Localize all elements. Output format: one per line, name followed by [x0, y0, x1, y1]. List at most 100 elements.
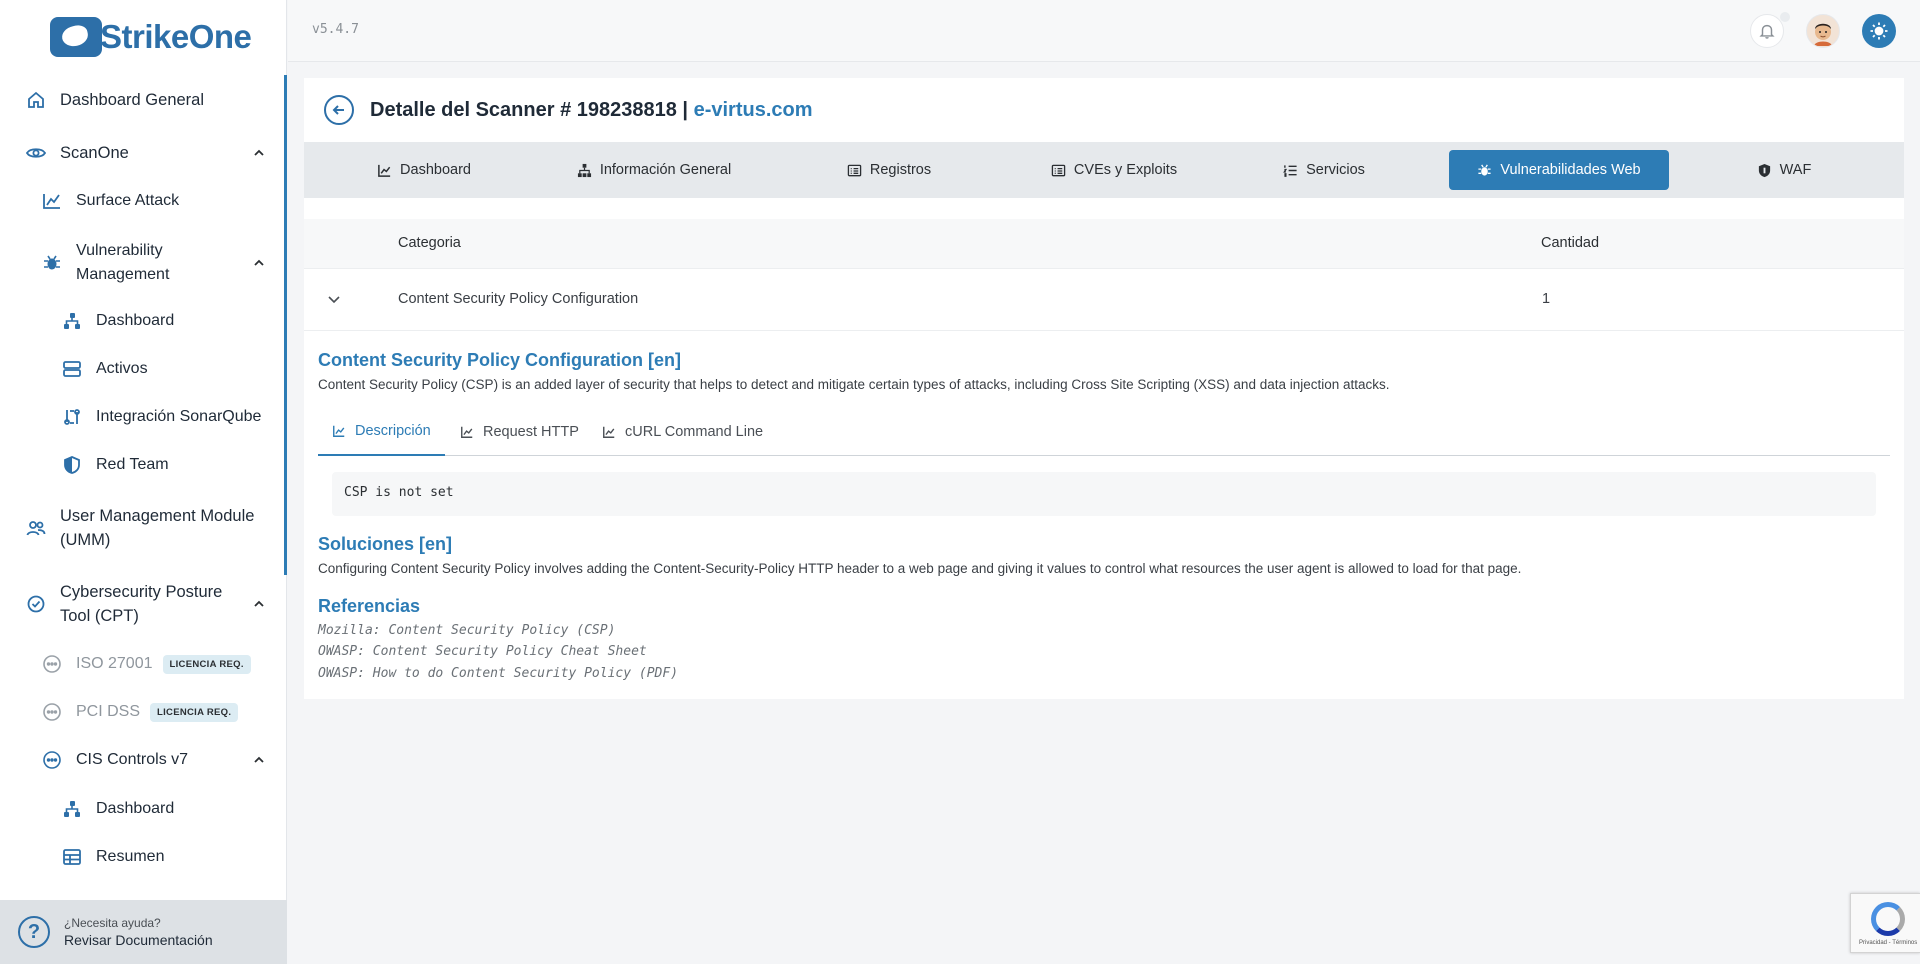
more-horizontal-icon: [42, 702, 62, 722]
sidebar-item-surface-attack[interactable]: Surface Attack: [42, 191, 179, 211]
documentation-link[interactable]: Revisar Documentación: [64, 932, 213, 948]
user-avatar[interactable]: [1806, 14, 1840, 48]
tab-label: Registros: [869, 162, 932, 178]
chevron-up-icon[interactable]: [252, 597, 266, 611]
sidebar-item-label: ISO 27001: [76, 655, 153, 672]
back-arrow-icon[interactable]: [324, 95, 354, 125]
subtab-label: cURL Command Line: [625, 424, 764, 440]
list-alt-icon: [847, 164, 862, 176]
chart-line-icon: [603, 426, 615, 438]
sidebar-item-label: ScanOne: [60, 143, 129, 162]
sidebar-item-umm[interactable]: User Management Module (UMM): [26, 504, 266, 552]
tab-label: Dashboard: [400, 162, 471, 178]
sidebar-item-label: CIS Controls v7: [76, 751, 189, 768]
scanner-tabs: Dashboard Información General Registros …: [304, 142, 1904, 198]
more-horizontal-icon: [42, 750, 62, 770]
page-title: Detalle del Scanner # 198238818 | e-virt…: [370, 99, 813, 122]
subtab-curl-command-line[interactable]: cURL Command Line: [588, 408, 777, 456]
question-circle-icon: ?: [18, 916, 50, 948]
tab-vulnerabilidades-web[interactable]: Vulnerabilidades Web: [1449, 150, 1669, 190]
column-header-cantidad[interactable]: Cantidad: [1541, 235, 1599, 251]
sidebar-item-label: Activos: [96, 360, 148, 377]
sitemap-icon: [62, 311, 82, 331]
sidebar-scroll-indicator[interactable]: [284, 75, 287, 575]
sidebar-item-label: Dashboard: [96, 800, 175, 817]
tab-registros[interactable]: Registros: [824, 150, 954, 190]
sidebar-item-cis-resumen[interactable]: Resumen: [62, 847, 164, 867]
sidebar-item-label: User Management Module (UMM): [60, 507, 255, 549]
bug-icon: [42, 253, 62, 273]
tab-dashboard[interactable]: Dashboard: [354, 150, 494, 190]
sidebar-item-cis-controls[interactable]: CIS Controls v7: [42, 750, 266, 770]
check-circle-icon: [26, 594, 46, 614]
tab-waf[interactable]: WAF: [1734, 150, 1834, 190]
subtab-descripcion[interactable]: Descripción: [318, 408, 445, 456]
list-alt-icon: [1051, 164, 1066, 176]
version-label: v5.4.7: [312, 22, 359, 37]
sitemap-icon: [62, 799, 82, 819]
detail-subtabs: Descripción Request HTTP cURL Command Li…: [318, 408, 1890, 456]
sidebar-item-label: Integración SonarQube: [96, 408, 262, 425]
table-icon: [62, 847, 82, 867]
logo-icon: [50, 17, 102, 57]
help-question: ¿Necesita ayuda?: [64, 916, 161, 930]
chevron-up-icon[interactable]: [252, 753, 266, 767]
shield-icon: [62, 455, 82, 475]
row-cantidad: 1: [1542, 291, 1551, 307]
logo[interactable]: StrikeOne: [50, 16, 252, 58]
sidebar-item-label: Resumen: [96, 848, 165, 865]
sidebar-item-vm-dashboard[interactable]: Dashboard: [62, 311, 174, 331]
sidebar-item-red-team[interactable]: Red Team: [62, 455, 169, 475]
sidebar-item-cis-dashboard[interactable]: Dashboard: [62, 799, 174, 819]
chevron-down-icon[interactable]: [326, 291, 342, 307]
notification-dot: [1780, 12, 1790, 22]
tab-cves-exploits[interactable]: CVEs y Exploits: [1029, 150, 1199, 190]
recaptcha-terms[interactable]: Privacidad - Términos: [1859, 940, 1917, 946]
column-header-categoria[interactable]: Categoria: [398, 235, 461, 251]
tab-informacion-general[interactable]: Información General: [554, 150, 754, 190]
references-title: Referencias: [318, 596, 421, 616]
reference-link[interactable]: OWASP: Content Security Policy Cheat She…: [318, 644, 647, 659]
logo-text: StrikeOne: [100, 18, 252, 55]
bug-icon: [1478, 164, 1491, 176]
sidebar-item-pci-dss[interactable]: PCI DSS LICENCIA REQ.: [42, 702, 239, 722]
sun-icon[interactable]: [1862, 14, 1896, 48]
chart-area-icon: [42, 191, 62, 211]
license-required-badge: LICENCIA REQ.: [162, 654, 251, 674]
chart-line-icon: [378, 164, 391, 177]
shield-icon: [1758, 163, 1770, 177]
table-row[interactable]: Content Security Policy Configuration 1: [304, 269, 1904, 331]
sidebar-item-scanone[interactable]: ScanOne: [26, 143, 266, 163]
scanned-domain: e-virtus.com: [693, 98, 813, 121]
vulnerability-title: Content Security Policy Configuration [e…: [318, 350, 682, 370]
sidebar-item-sonarqube[interactable]: Integración SonarQube: [62, 407, 261, 427]
sidebar-item-dashboard-general[interactable]: Dashboard General: [26, 90, 204, 110]
chart-line-icon: [333, 425, 345, 437]
solutions-title: Soluciones [en]: [318, 534, 453, 554]
help-section[interactable]: ? ¿Necesita ayuda? Revisar Documentación: [0, 900, 287, 964]
sidebar: StrikeOne Dashboard General ScanOne Surf…: [0, 0, 287, 964]
row-categoria: Content Security Policy Configuration: [398, 291, 639, 307]
tab-servicios[interactable]: Servicios: [1264, 150, 1384, 190]
sidebar-item-cpt[interactable]: Cybersecurity Posture Tool (CPT): [26, 580, 266, 628]
bell-icon[interactable]: [1750, 14, 1784, 48]
reference-link[interactable]: OWASP: How to do Content Security Policy…: [318, 666, 678, 681]
tab-label: Información General: [599, 162, 732, 178]
recaptcha-badge[interactable]: Privacidad - Términos: [1850, 893, 1920, 953]
chevron-up-icon[interactable]: [252, 256, 266, 270]
sidebar-item-label: Dashboard: [96, 312, 175, 329]
sidebar-item-vulnerability-management[interactable]: Vulnerability Management: [42, 239, 266, 287]
subtab-label: Request HTTP: [483, 424, 579, 440]
tab-label: WAF: [1779, 162, 1812, 178]
sidebar-item-label: Cybersecurity Posture Tool (CPT): [60, 583, 223, 625]
solutions-text: Configuring Content Security Policy invo…: [318, 561, 1522, 576]
sidebar-item-label: Surface Attack: [76, 192, 180, 209]
table-header: Categoria Cantidad: [304, 219, 1904, 269]
subtab-request-http[interactable]: Request HTTP: [446, 408, 593, 456]
reference-link[interactable]: Mozilla: Content Security Policy (CSP): [318, 623, 615, 638]
sitemap-icon: [577, 163, 591, 177]
chevron-up-icon[interactable]: [252, 146, 266, 160]
server-icon: [62, 359, 82, 379]
sidebar-item-iso-27001[interactable]: ISO 27001 LICENCIA REQ.: [42, 654, 251, 674]
sidebar-item-activos[interactable]: Activos: [62, 359, 148, 379]
